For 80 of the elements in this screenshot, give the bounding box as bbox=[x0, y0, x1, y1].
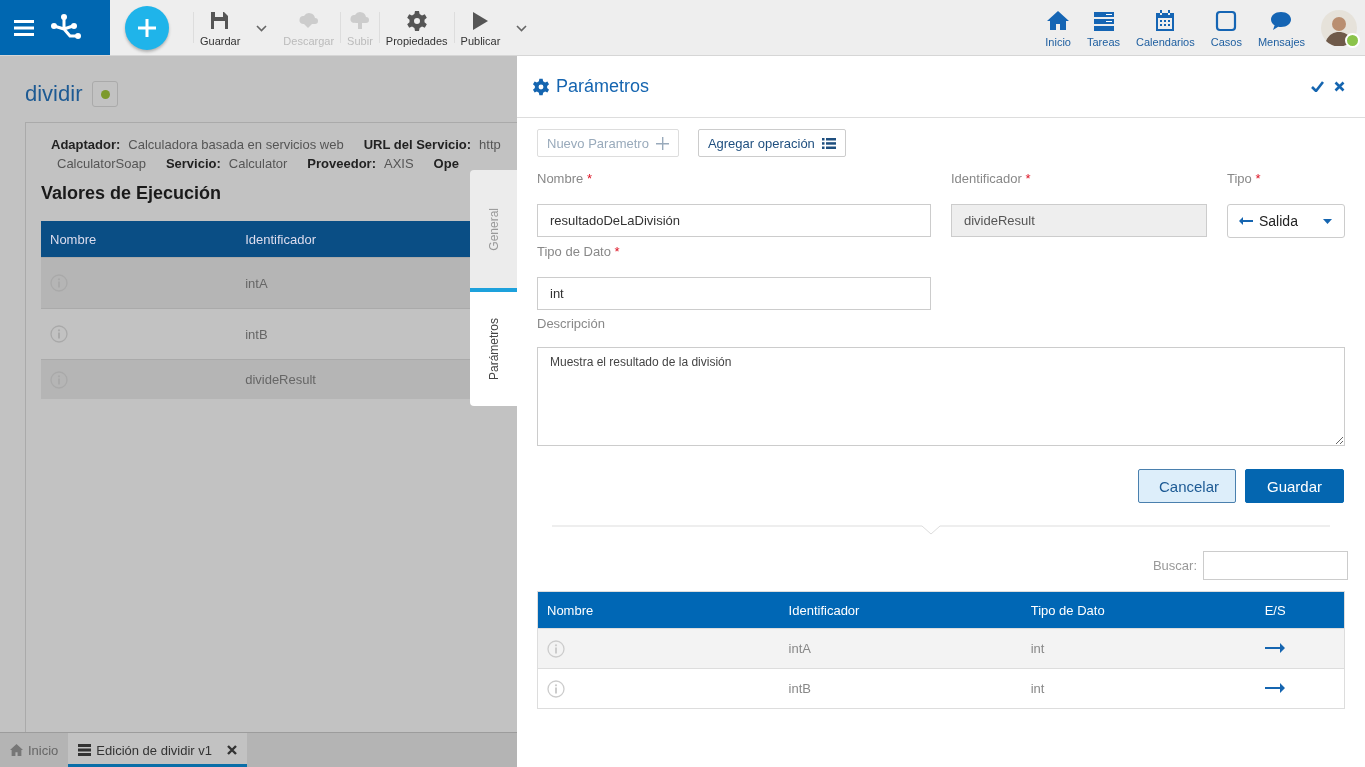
cancel-button[interactable]: Cancelar bbox=[1138, 469, 1236, 503]
text-field[interactable]: int bbox=[537, 277, 931, 310]
required-mark: * bbox=[586, 171, 592, 186]
table-cell: int bbox=[1021, 628, 1256, 669]
meta-label: Adaptador: bbox=[51, 136, 121, 154]
settings-icon bbox=[532, 77, 550, 96]
chevron-icon bbox=[516, 24, 528, 32]
column-header: Tipo de Dato bbox=[1021, 591, 1256, 629]
column-header: Identificador bbox=[779, 591, 1022, 629]
table-cell: intB bbox=[779, 668, 1022, 709]
meta-value: Calculadora basada en servicios web bbox=[128, 136, 344, 154]
search-label: Buscar: bbox=[1152, 558, 1197, 573]
meta-label: Proveedor: bbox=[307, 155, 376, 173]
field-label: Descripción bbox=[537, 316, 605, 331]
section-heading: Valores de Ejecución bbox=[41, 183, 223, 204]
field-label: Identificador bbox=[951, 171, 1022, 186]
panel-title: Parámetros bbox=[556, 76, 650, 97]
nav-button[interactable]: Mensajes bbox=[1249, 0, 1313, 56]
meta-label: Ope bbox=[433, 155, 459, 173]
required-mark: * bbox=[614, 244, 620, 259]
right-arrow-icon bbox=[1264, 683, 1285, 693]
side-tab[interactable]: Parámetros bbox=[470, 288, 517, 406]
description-field[interactable]: Muestra el resultado de la división bbox=[537, 347, 1345, 446]
nav-button[interactable]: Tareas bbox=[1079, 0, 1129, 56]
left-arrow-icon bbox=[1239, 217, 1253, 225]
column-header: Nombre bbox=[537, 591, 780, 629]
column-header: E/S bbox=[1255, 591, 1345, 629]
field-label: Nombre bbox=[537, 171, 584, 186]
page-title: dividir bbox=[25, 81, 83, 107]
close-icon bbox=[1334, 81, 1345, 92]
meta-value: http bbox=[479, 136, 501, 154]
right-arrow-icon bbox=[1264, 643, 1285, 653]
plus-icon bbox=[138, 19, 156, 37]
home-icon bbox=[10, 744, 23, 756]
toolbar-button[interactable]: Agregar operación bbox=[697, 129, 846, 157]
square-icon bbox=[1214, 8, 1239, 33]
avatar[interactable] bbox=[1321, 10, 1357, 46]
info-icon[interactable] bbox=[547, 639, 565, 658]
bottom-tab[interactable]: Edición de dividir v1 bbox=[68, 733, 247, 767]
info-icon[interactable] bbox=[50, 325, 68, 343]
home-icon bbox=[1046, 8, 1071, 33]
table-cell: int bbox=[1021, 668, 1256, 709]
caret-icon bbox=[1323, 218, 1332, 224]
required-mark: * bbox=[1255, 171, 1261, 186]
list-icon bbox=[821, 137, 836, 149]
type-dropdown[interactable]: Salida bbox=[1227, 204, 1345, 238]
text-field[interactable]: resultadoDeLaDivisión bbox=[537, 204, 931, 237]
meta-label: Servicio: bbox=[165, 155, 221, 173]
toolbar-button[interactable]: Publicar bbox=[454, 0, 507, 56]
info-icon[interactable] bbox=[547, 679, 565, 698]
plus-icon bbox=[655, 136, 669, 150]
nav-button[interactable]: Calendarios bbox=[1128, 0, 1203, 56]
status-indicator[interactable] bbox=[92, 81, 119, 107]
table-cell: intA bbox=[779, 628, 1022, 669]
meta-value: Calculator bbox=[228, 155, 288, 173]
gear-icon bbox=[405, 9, 428, 32]
nav-button[interactable]: Casos bbox=[1202, 0, 1250, 56]
toolbar-button[interactable]: Propiedades bbox=[379, 0, 454, 56]
field-label: Tipo de Dato bbox=[537, 244, 611, 259]
confirm-button[interactable] bbox=[1311, 81, 1324, 92]
meta-value: CalculatorSoap bbox=[57, 155, 146, 173]
list-icon bbox=[78, 744, 92, 756]
required-mark: * bbox=[1025, 171, 1031, 186]
chevron-icon bbox=[256, 24, 268, 32]
close-button[interactable] bbox=[1334, 81, 1345, 92]
meta-value: AXIS bbox=[384, 155, 414, 173]
cloud-upload-icon bbox=[348, 9, 371, 32]
meta-label: URL del Servicio: bbox=[363, 136, 472, 154]
column-header: Nombre bbox=[41, 221, 237, 258]
text-field[interactable]: divideResult bbox=[951, 204, 1207, 237]
toolbar-button[interactable]: Guardar bbox=[194, 0, 247, 56]
field-label: Tipo bbox=[1227, 171, 1252, 186]
save-button[interactable]: Guardar bbox=[1245, 469, 1344, 503]
check-icon bbox=[1311, 81, 1324, 92]
add-button[interactable] bbox=[125, 6, 169, 50]
nav-button[interactable]: Inicio bbox=[1037, 0, 1079, 56]
menu-icon[interactable] bbox=[14, 19, 34, 36]
logo-icon[interactable] bbox=[50, 13, 82, 42]
close-icon[interactable] bbox=[227, 745, 237, 755]
search-field[interactable] bbox=[1203, 551, 1348, 580]
